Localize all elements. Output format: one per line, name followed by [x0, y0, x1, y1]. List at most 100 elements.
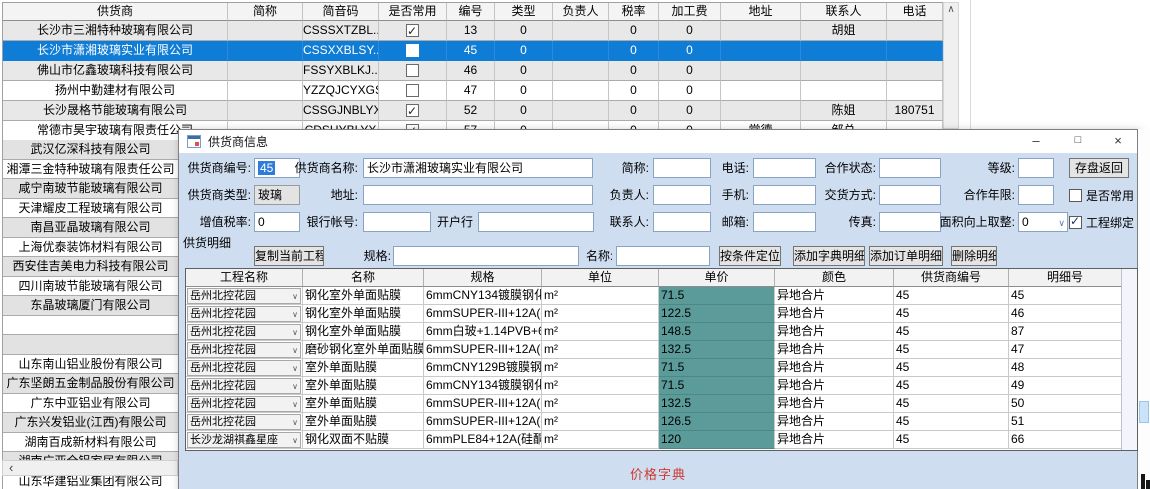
- common-use-option[interactable]: 是否常用: [1069, 185, 1134, 205]
- column-header-abbr[interactable]: 简称: [228, 3, 303, 21]
- column-header-fee[interactable]: 加工费: [659, 3, 721, 21]
- column-header-tax[interactable]: 税率: [609, 3, 659, 21]
- common-checkbox[interactable]: [406, 64, 419, 77]
- bank-no-field[interactable]: [363, 212, 431, 232]
- supplier-table-row[interactable]: 佛山市亿鑫玻璃科技有限公司 FSSYXBLKJ... 46 0 0 0: [3, 61, 944, 81]
- detail-grid-row[interactable]: 岳州北控花园 室外单面贴膜 6mmCNY129B镀膜钢化 m² 71.5 异地合…: [186, 359, 1122, 377]
- supplier-list-item[interactable]: 武汉亿深科技有限公司: [3, 140, 178, 160]
- grid-header-unit[interactable]: 单位: [542, 269, 659, 287]
- round-up-dropdown[interactable]: 0: [1018, 212, 1068, 232]
- supplier-name-field[interactable]: 长沙市潇湘玻璃实业有限公司: [363, 158, 593, 178]
- chevron-down-icon[interactable]: [292, 378, 298, 394]
- chevron-down-icon[interactable]: [292, 414, 298, 430]
- supplier-list-item[interactable]: 咸宁南玻节能玻璃有限公司: [3, 179, 178, 199]
- project-bind-checkbox[interactable]: [1069, 216, 1082, 229]
- list-horizontal-scrollbar[interactable]: [2, 460, 178, 476]
- supplier-list-item[interactable]: [3, 335, 178, 355]
- delete-detail-button[interactable]: 删除明细: [951, 246, 997, 266]
- column-header-code[interactable]: 简音码: [303, 3, 379, 21]
- column-header-no[interactable]: 编号: [447, 3, 495, 21]
- spec-filter-input[interactable]: [393, 246, 579, 266]
- column-header-type[interactable]: 类型: [495, 3, 553, 21]
- column-header-manager[interactable]: 负责人: [553, 3, 609, 21]
- detail-grid-row[interactable]: 长沙龙湖祺鑫星座 钢化双面不贴膜 6mmPLE84+12A(硅酮胶... m² …: [186, 431, 1122, 449]
- chevron-down-icon[interactable]: [292, 288, 298, 304]
- add-order-detail-button[interactable]: 添加订单明细: [869, 246, 943, 266]
- project-combobox[interactable]: 岳州北控花园: [187, 288, 301, 304]
- common-checkbox[interactable]: [406, 104, 419, 117]
- chevron-down-icon[interactable]: [292, 432, 298, 448]
- project-combobox[interactable]: 岳州北控花园: [187, 342, 301, 358]
- supplier-table-row[interactable]: 长沙市三湘特种玻璃有限公司 CSSSXTZBL... 13 0 0 0 胡姐: [3, 21, 944, 41]
- project-bind-option[interactable]: 工程绑定: [1069, 212, 1134, 232]
- supplier-list-item[interactable]: 广东兴发铝业(江西)有限公司: [3, 413, 178, 433]
- dialog-titlebar[interactable]: 供货商信息 – □ ×: [179, 130, 1137, 153]
- chevron-down-icon[interactable]: [292, 306, 298, 322]
- coop-years-field[interactable]: [1018, 185, 1054, 205]
- grid-header-detail-no[interactable]: 明细号: [1009, 269, 1122, 287]
- background-scrollbar-thumb[interactable]: [1139, 401, 1149, 423]
- detail-grid-row[interactable]: 岳州北控花园 钢化室外单面贴膜 6mmSUPER-III+12A(硅... m²…: [186, 305, 1122, 323]
- detail-grid-row[interactable]: 岳州北控花园 钢化室外单面贴膜 6mmCNY134镀膜钢化 m² 71.5 异地…: [186, 287, 1122, 305]
- column-header-supplier[interactable]: 供货商: [3, 3, 228, 21]
- close-button[interactable]: ×: [1099, 130, 1137, 153]
- supplier-table-row[interactable]: 长沙市潇湘玻璃实业有限公司 CSSXXBLSY... 45 0 0 0: [3, 41, 944, 61]
- grid-header-spec[interactable]: 规格: [424, 269, 542, 287]
- column-header-contact[interactable]: 联系人: [801, 3, 887, 21]
- name-filter-input[interactable]: [616, 246, 710, 266]
- chevron-down-icon[interactable]: [1058, 213, 1065, 232]
- supplier-list-item[interactable]: 上海优泰装饰材料有限公司: [3, 238, 178, 258]
- bank-field[interactable]: [478, 212, 594, 232]
- chevron-down-icon[interactable]: [292, 324, 298, 340]
- maximize-button[interactable]: □: [1057, 130, 1099, 153]
- supplier-list-item[interactable]: 山东南山铝业股份有限公司: [3, 355, 178, 375]
- supplier-table-row[interactable]: 长沙晟格节能玻璃有限公司 CSSGJNBLYXGS 52 0 0 0 陈姐 18…: [3, 101, 944, 121]
- supplier-list-item[interactable]: 天津耀皮工程玻璃有限公司: [3, 199, 178, 219]
- common-use-checkbox[interactable]: [1069, 189, 1082, 202]
- supplier-list-item[interactable]: 南昌亚晶玻璃有限公司: [3, 218, 178, 238]
- project-combobox[interactable]: 岳州北控花园: [187, 306, 301, 322]
- detail-grid-row[interactable]: 岳州北控花园 磨砂钢化室外单面贴膜 6mmSUPER-III+12A(硅... …: [186, 341, 1122, 359]
- supplier-table-row[interactable]: 扬州中勤建材有限公司 YZZQJCYXGS 47 0 0 0: [3, 81, 944, 101]
- project-combobox[interactable]: 岳州北控花园: [187, 414, 301, 430]
- address-field[interactable]: [363, 185, 593, 205]
- grid-vertical-scrollbar[interactable]: [1121, 269, 1137, 450]
- detail-grid-row[interactable]: 岳州北控花园 室外单面贴膜 6mmSUPER-III+12A(硅... m² 1…: [186, 413, 1122, 431]
- minimize-button[interactable]: –: [1015, 130, 1057, 153]
- common-checkbox[interactable]: [406, 24, 419, 37]
- grid-header-color[interactable]: 颜色: [775, 269, 894, 287]
- add-dict-detail-button[interactable]: 添加字典明细: [793, 246, 865, 266]
- supplier-list-item[interactable]: 四川南玻节能玻璃有限公司: [3, 277, 178, 297]
- supplier-list-item[interactable]: 东晶玻璃厦门有限公司: [3, 296, 178, 316]
- save-return-button[interactable]: 存盘返回: [1069, 158, 1129, 178]
- supplier-list-item[interactable]: [3, 316, 178, 336]
- detail-grid-row[interactable]: 岳州北控花园 钢化室外单面贴膜 6mm白玻+1.14PVB+6mm... m² …: [186, 323, 1122, 341]
- supplier-list-item[interactable]: 广东中亚铝业有限公司: [3, 394, 178, 414]
- project-combobox[interactable]: 岳州北控花园: [187, 378, 301, 394]
- detail-grid-row[interactable]: 岳州北控花园 室外单面贴膜 6mmSUPER-III+12A(硅... m² 1…: [186, 395, 1122, 413]
- grid-header-supplier-no[interactable]: 供货商编号: [894, 269, 1009, 287]
- scroll-up-icon[interactable]: [944, 3, 958, 17]
- supplier-list-item[interactable]: 西安佳吉美电力科技有限公司: [3, 257, 178, 277]
- column-header-address[interactable]: 地址: [721, 3, 801, 21]
- grid-header-name[interactable]: 名称: [303, 269, 424, 287]
- supplier-list-item[interactable]: 湘潭三金特种玻璃有限责任公司: [3, 160, 178, 180]
- supplier-list-item[interactable]: 广东坚朗五金制品股份有限公司: [3, 374, 178, 394]
- project-combobox[interactable]: 岳州北控花园: [187, 360, 301, 376]
- locate-button[interactable]: 按条件定位: [719, 246, 781, 266]
- table-vertical-scrollbar[interactable]: [943, 2, 959, 129]
- supplier-list-item[interactable]: 湖南百成新材料有限公司: [3, 433, 178, 453]
- detail-grid-row[interactable]: 岳州北控花园 室外单面贴膜 6mmCNY134镀膜钢化 m² 71.5 异地合片…: [186, 377, 1122, 395]
- grid-header-price[interactable]: 单价: [659, 269, 775, 287]
- grid-header-project[interactable]: 工程名称: [186, 269, 303, 287]
- common-checkbox[interactable]: [406, 44, 419, 57]
- project-combobox[interactable]: 长沙龙湖祺鑫星座: [187, 432, 301, 448]
- copy-project-button[interactable]: 复制当前工程: [254, 246, 324, 266]
- chevron-down-icon[interactable]: [292, 396, 298, 412]
- coop-status-field[interactable]: [879, 158, 941, 178]
- project-combobox[interactable]: 岳州北控花园: [187, 324, 301, 340]
- chevron-down-icon[interactable]: [292, 342, 298, 358]
- chevron-down-icon[interactable]: [292, 360, 298, 376]
- column-header-common[interactable]: 是否常用: [379, 3, 447, 21]
- column-header-phone[interactable]: 电话: [887, 3, 943, 21]
